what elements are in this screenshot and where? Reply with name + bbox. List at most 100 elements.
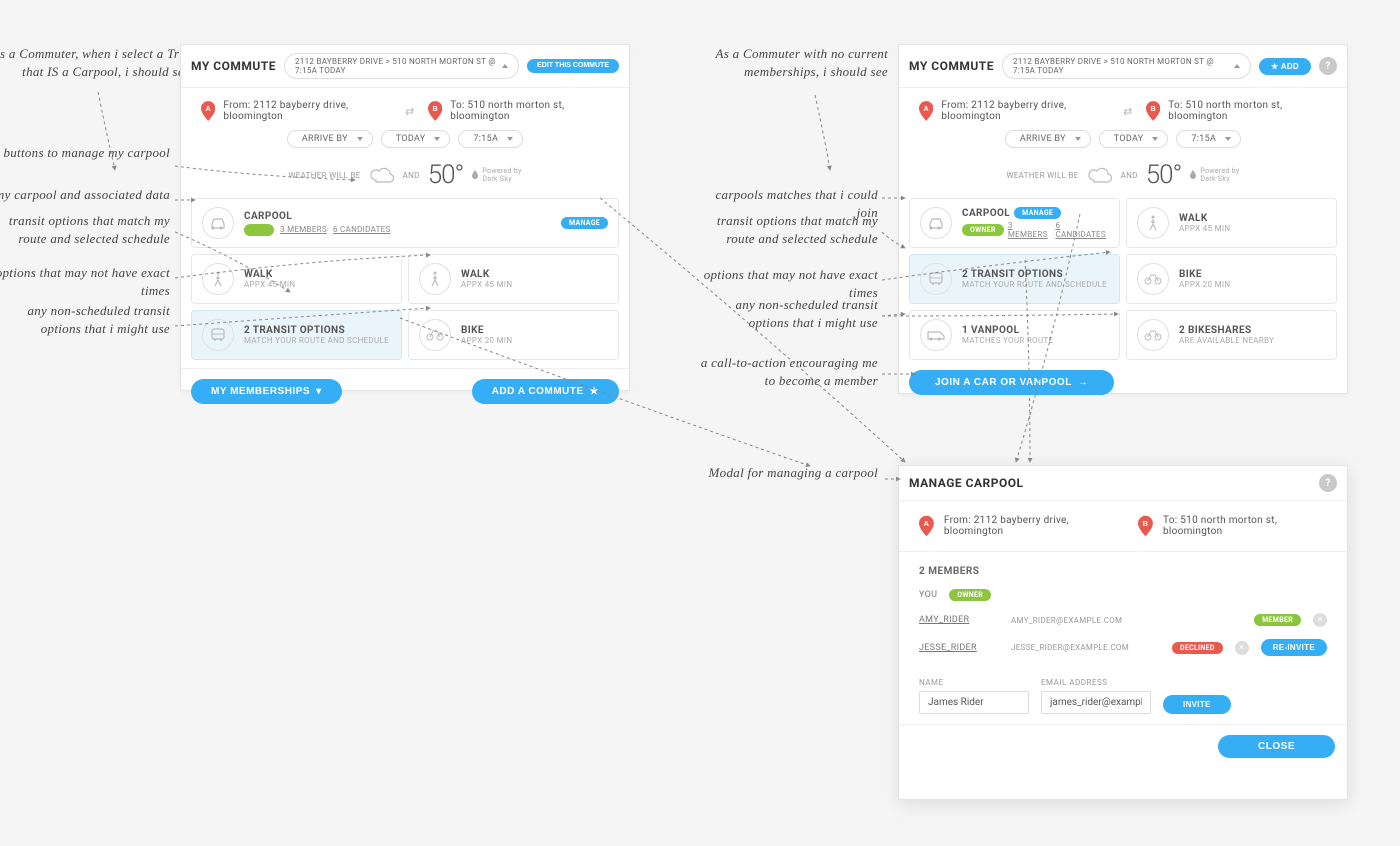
walk-card[interactable]: WALKAPPX 45 MIN bbox=[1126, 198, 1337, 248]
route-label: 2112 BAYBERRY DRIVE > 510 NORTH MORTON S… bbox=[295, 57, 502, 75]
arrive-by-select[interactable]: ARRIVE BY bbox=[1005, 130, 1091, 148]
annotation: buttons to manage my carpool bbox=[0, 144, 170, 162]
arrow-right-icon: → bbox=[1078, 377, 1089, 388]
walk-icon bbox=[419, 263, 451, 295]
close-button[interactable]: CLOSE bbox=[1218, 735, 1335, 758]
walk-card[interactable]: WALKAPPX 45 MIN bbox=[408, 254, 619, 304]
route-dropdown[interactable]: 2112 BAYBERRY DRIVE > 510 NORTH MORTON S… bbox=[1002, 53, 1251, 79]
name-input[interactable] bbox=[919, 691, 1029, 714]
join-pool-button[interactable]: JOIN A CAR OR VANPOOL → bbox=[909, 370, 1114, 395]
bike-card[interactable]: BIKEAPPX 20 MIN bbox=[408, 310, 619, 360]
bike-card[interactable]: BIKEAPPX 20 MIN bbox=[1126, 254, 1337, 304]
member-name[interactable]: JESSE_RIDER bbox=[919, 643, 999, 653]
card-title: WALK bbox=[1179, 213, 1326, 224]
svg-text:A: A bbox=[924, 519, 930, 528]
walk-icon bbox=[202, 263, 234, 295]
annotation: Modal for managing a carpool bbox=[698, 464, 878, 482]
my-commute-panel-member: MY COMMUTE 2112 BAYBERRY DRIVE > 510 NOR… bbox=[180, 44, 630, 391]
edit-commute-button[interactable]: EDIT THIS COMMUTE bbox=[527, 59, 619, 73]
transit-card[interactable]: 2 TRANSIT OPTIONSMATCH YOUR ROUTE AND SC… bbox=[191, 310, 402, 360]
svg-text:B: B bbox=[1150, 104, 1155, 113]
bus-icon bbox=[202, 319, 234, 351]
card-subtitle: APPX 45 MIN bbox=[1179, 224, 1326, 233]
walk-icon bbox=[1137, 207, 1169, 239]
transit-card[interactable]: 2 TRANSIT OPTIONSMATCH YOUR ROUTE AND SC… bbox=[909, 254, 1120, 304]
route-label: 2112 BAYBERRY DRIVE > 510 NORTH MORTON S… bbox=[1013, 57, 1234, 75]
to-label: To: 510 north morton st, bloomington bbox=[1168, 100, 1327, 122]
annotation: any non-scheduled transit options that i… bbox=[0, 302, 170, 337]
pin-a-icon: A bbox=[201, 100, 215, 122]
darksky-attribution: Powered byDark Sky bbox=[471, 167, 521, 183]
my-memberships-button[interactable]: MY MEMBERSHIPS▾ bbox=[191, 379, 342, 404]
card-title: CARPOOL bbox=[962, 208, 1010, 219]
temperature: 50° bbox=[1146, 160, 1182, 190]
invite-button[interactable]: INVITE bbox=[1163, 695, 1231, 714]
owner-badge: OWNER bbox=[962, 224, 1004, 236]
add-commute-button[interactable]: ADD A COMMUTE★ bbox=[472, 379, 619, 404]
add-button[interactable]: ★ ADD bbox=[1259, 58, 1311, 75]
members-link[interactable]: 3 MEMBERS bbox=[1008, 221, 1052, 239]
arrive-by-select[interactable]: ARRIVE BY bbox=[287, 130, 373, 148]
annotation: As a Commuter, when i select a Trip that… bbox=[0, 45, 190, 80]
you-label: YOU bbox=[919, 590, 937, 600]
member-name[interactable]: AMY_RIDER bbox=[919, 615, 999, 625]
weather-label: WEATHER WILL BE bbox=[1006, 171, 1078, 180]
bikeshare-card[interactable]: 2 BIKESHARESARE AVAILABLE NEARBY bbox=[1126, 310, 1337, 360]
walk-card[interactable]: WALKAPPX 45 MIN bbox=[191, 254, 402, 304]
annotation: a call-to-action encouraging me to becom… bbox=[698, 354, 878, 389]
candidates-link[interactable]: 6 CANDIDATES bbox=[1055, 221, 1109, 239]
star-icon: ★ bbox=[1271, 62, 1278, 71]
annotation: transit options that match my route and … bbox=[698, 212, 878, 247]
remove-member-button[interactable]: × bbox=[1235, 641, 1249, 655]
member-email: AMY_RIDER@EXAMPLE.COM bbox=[1011, 616, 1242, 625]
panel-title: MY COMMUTE bbox=[191, 59, 276, 73]
temperature: 50° bbox=[428, 160, 464, 190]
time-select[interactable]: 7:15A bbox=[458, 130, 523, 148]
reinvite-button[interactable]: RE-INVITE bbox=[1261, 639, 1327, 656]
help-icon[interactable]: ? bbox=[1319, 57, 1337, 75]
modal-title: MANAGE CARPOOL bbox=[909, 476, 1024, 490]
bike-icon bbox=[1137, 263, 1169, 295]
svg-text:B: B bbox=[432, 104, 437, 113]
carpool-card[interactable]: CARPOOL MANAGE OWNER 3 MEMBERS6 CANDIDATES bbox=[909, 198, 1120, 248]
annotation: As a Commuter with no current membership… bbox=[688, 45, 888, 80]
chevron-up-icon bbox=[1234, 64, 1240, 68]
chevron-down-icon: ▾ bbox=[316, 386, 322, 397]
bike-icon bbox=[419, 319, 451, 351]
date-select[interactable]: TODAY bbox=[1099, 130, 1169, 148]
email-input[interactable] bbox=[1041, 691, 1151, 714]
candidates-link[interactable]: 6 CANDIDATES bbox=[333, 225, 391, 234]
swap-icon[interactable]: ⇄ bbox=[1118, 100, 1138, 122]
carpool-card[interactable]: CARPOOL 3 MEMBERS 6 CANDIDATES MANAGE bbox=[191, 198, 619, 248]
member-email: JESSE_RIDER@EXAMPLE.COM bbox=[1011, 643, 1160, 652]
card-subtitle: APPX 45 MIN bbox=[244, 280, 391, 289]
pin-a-icon: A bbox=[919, 100, 933, 122]
remove-member-button[interactable]: × bbox=[1313, 613, 1327, 627]
from-label: From: 2112 bayberry drive, bloomington bbox=[941, 100, 1110, 122]
time-select[interactable]: 7:15A bbox=[1176, 130, 1241, 148]
members-heading: 2 MEMBERS bbox=[899, 552, 1347, 583]
pin-b-icon: B bbox=[1138, 515, 1153, 537]
help-icon[interactable]: ? bbox=[1319, 474, 1337, 492]
card-subtitle: ARE AVAILABLE NEARBY bbox=[1179, 336, 1326, 345]
owner-badge bbox=[244, 224, 274, 236]
bus-icon bbox=[920, 263, 952, 295]
manage-button[interactable]: MANAGE bbox=[561, 217, 608, 229]
member-status-badge: DECLINED bbox=[1172, 642, 1223, 654]
carpool-icon bbox=[920, 207, 952, 239]
darksky-attribution: Powered byDark Sky bbox=[1189, 167, 1239, 183]
members-link[interactable]: 3 MEMBERS bbox=[280, 225, 327, 234]
owner-badge: OWNER bbox=[949, 589, 991, 601]
date-select[interactable]: TODAY bbox=[381, 130, 451, 148]
van-icon bbox=[920, 319, 952, 351]
manage-button[interactable]: MANAGE bbox=[1014, 207, 1061, 219]
card-title: 2 TRANSIT OPTIONS bbox=[962, 269, 1109, 280]
cloud-icon bbox=[369, 166, 395, 184]
manage-carpool-modal: MANAGE CARPOOL ? A From: 2112 bayberry d… bbox=[898, 465, 1348, 800]
card-title: WALK bbox=[244, 269, 391, 280]
vanpool-card[interactable]: 1 VANPOOLMATCHES YOUR ROUTE bbox=[909, 310, 1120, 360]
swap-icon[interactable]: ⇄ bbox=[400, 100, 420, 122]
route-dropdown[interactable]: 2112 BAYBERRY DRIVE > 510 NORTH MORTON S… bbox=[284, 53, 519, 79]
card-title: BIKE bbox=[461, 325, 608, 336]
card-title: BIKE bbox=[1179, 269, 1326, 280]
